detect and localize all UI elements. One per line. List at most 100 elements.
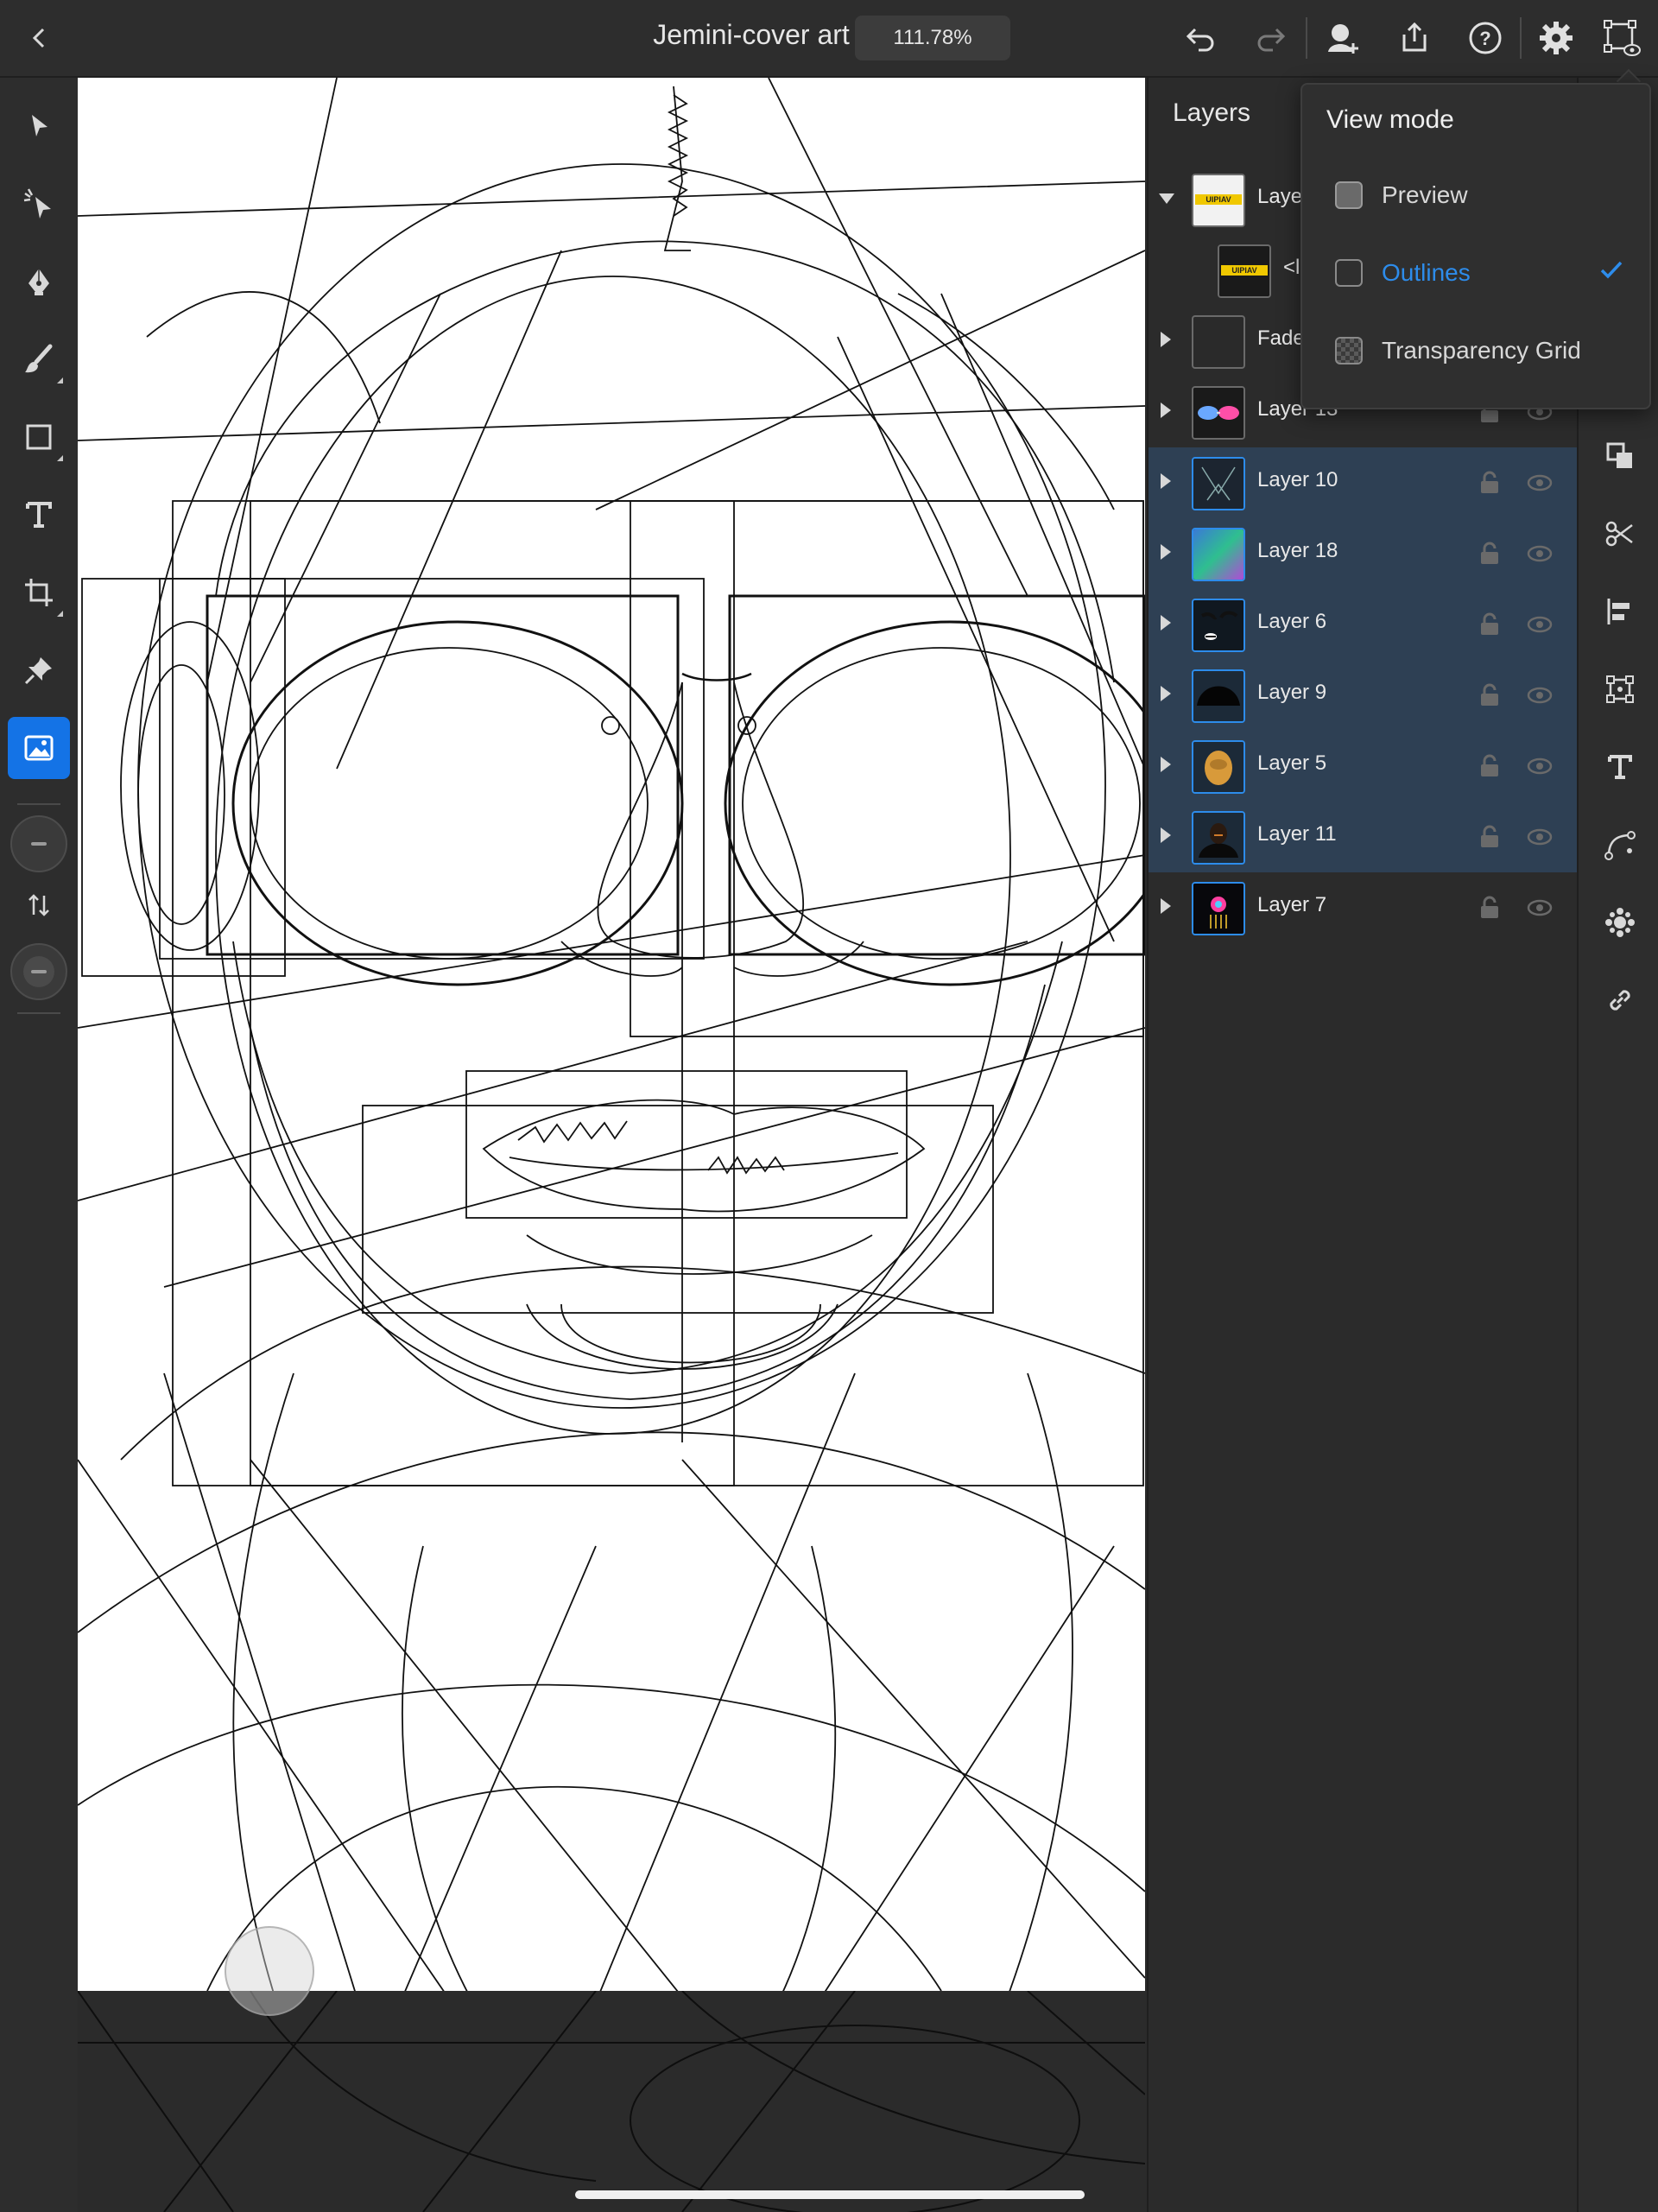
expand-icon[interactable] xyxy=(1161,332,1171,347)
direct-selection-icon[interactable] xyxy=(8,173,70,235)
layer-thumbnail xyxy=(1192,811,1245,865)
view-mode-icon[interactable] xyxy=(1596,12,1648,64)
layer-name: Laye xyxy=(1257,185,1303,208)
pen-icon[interactable] xyxy=(8,250,70,313)
layer-name: Layer 11 xyxy=(1257,822,1337,846)
align-icon[interactable] xyxy=(1596,587,1644,636)
help-icon[interactable]: ? xyxy=(1459,12,1511,64)
svg-text:UIPIAV: UIPIAV xyxy=(1231,266,1256,275)
layer-thumbnail xyxy=(1192,457,1245,510)
svg-text:UIPIAV: UIPIAV xyxy=(1206,195,1231,204)
redo-icon[interactable] xyxy=(1245,12,1297,64)
checkmark-icon xyxy=(1599,259,1623,284)
lock-icon[interactable] xyxy=(1477,753,1503,779)
artboard[interactable] xyxy=(78,78,1145,2212)
eye-icon[interactable] xyxy=(1527,895,1553,921)
type-on-path-icon[interactable] xyxy=(1596,743,1644,791)
rectangle-icon[interactable] xyxy=(8,406,70,468)
layer-name: Layer 5 xyxy=(1257,751,1327,775)
home-indicator[interactable] xyxy=(575,2190,1085,2199)
eye-icon[interactable] xyxy=(1527,753,1553,779)
gear-icon[interactable] xyxy=(1530,12,1582,64)
crop-icon[interactable] xyxy=(8,561,70,624)
lock-icon[interactable] xyxy=(1477,541,1503,567)
expand-icon[interactable] xyxy=(1161,402,1171,418)
layer-row[interactable]: Layer 5 xyxy=(1149,731,1577,802)
type-icon[interactable] xyxy=(8,484,70,546)
layer-thumbnail xyxy=(1192,386,1245,440)
lock-icon[interactable] xyxy=(1477,824,1503,850)
expand-icon[interactable] xyxy=(1161,615,1171,631)
toolbar-divider xyxy=(17,1012,60,1014)
canvas[interactable] xyxy=(78,78,1145,2212)
share-icon[interactable] xyxy=(1389,12,1440,64)
transparency-grid-icon xyxy=(1335,337,1363,364)
layer-row[interactable]: Layer 18 xyxy=(1149,518,1577,589)
toolbar-divider xyxy=(17,803,60,805)
view-mode-option-transparency-grid[interactable]: Transparency Grid xyxy=(1302,316,1649,385)
scissors-icon[interactable] xyxy=(1596,510,1644,558)
layer-name: <l xyxy=(1283,256,1300,279)
undo-icon[interactable] xyxy=(1174,12,1226,64)
zoom-level[interactable]: 111.78% xyxy=(855,16,1010,60)
curve-icon[interactable] xyxy=(1596,821,1644,869)
expand-icon[interactable] xyxy=(1161,827,1171,843)
layer-thumbnail xyxy=(1192,528,1245,581)
svg-text:?: ? xyxy=(1479,28,1490,49)
option-label: Transparency Grid xyxy=(1382,337,1581,364)
repeat-icon[interactable] xyxy=(1596,898,1644,947)
layer-name: Layer 9 xyxy=(1257,681,1327,704)
selection-arrow-icon[interactable] xyxy=(8,95,70,157)
lock-icon[interactable] xyxy=(1477,682,1503,708)
layer-name: Layer 10 xyxy=(1257,468,1338,491)
eye-icon[interactable] xyxy=(1527,470,1553,496)
view-mode-popover: View mode Preview Outlines Transparency … xyxy=(1300,83,1651,409)
layer-row[interactable]: Layer 9 xyxy=(1149,660,1577,731)
swap-icon[interactable] xyxy=(8,874,70,936)
layer-name: Layer 6 xyxy=(1257,610,1327,633)
fill-color-swatch[interactable] xyxy=(10,815,67,872)
lock-icon[interactable] xyxy=(1477,470,1503,496)
layer-row[interactable]: Layer 7 xyxy=(1149,872,1577,943)
expand-icon[interactable] xyxy=(1161,473,1171,489)
image-icon[interactable] xyxy=(8,717,70,779)
outline-artwork-overflow xyxy=(78,1990,1145,2212)
layer-row[interactable]: Layer 10 xyxy=(1149,447,1577,518)
layer-row[interactable]: Layer 11 xyxy=(1149,802,1577,872)
eye-icon[interactable] xyxy=(1527,541,1553,567)
arrange-icon[interactable] xyxy=(1596,432,1644,480)
brush-icon[interactable] xyxy=(8,328,70,390)
stroke-color-swatch[interactable] xyxy=(10,943,67,1000)
outline-artwork xyxy=(78,78,1145,2212)
invite-user-icon[interactable] xyxy=(1318,12,1370,64)
eye-icon[interactable] xyxy=(1527,682,1553,708)
document-title[interactable]: Jemini-cover art xyxy=(604,19,898,51)
view-mode-title: View mode xyxy=(1326,105,1454,134)
lasso-handle[interactable] xyxy=(225,1926,314,2016)
collapse-icon[interactable] xyxy=(1159,193,1174,204)
minus-icon xyxy=(31,970,47,973)
layer-row[interactable]: Layer 6 xyxy=(1149,589,1577,660)
outlines-icon xyxy=(1335,259,1363,287)
layer-name: Layer 18 xyxy=(1257,539,1338,562)
lock-icon[interactable] xyxy=(1477,612,1503,637)
lock-icon[interactable] xyxy=(1477,895,1503,921)
expand-icon[interactable] xyxy=(1161,544,1171,560)
eye-icon[interactable] xyxy=(1527,824,1553,850)
eye-icon[interactable] xyxy=(1527,612,1553,637)
option-label: Preview xyxy=(1382,181,1468,208)
expand-icon[interactable] xyxy=(1161,757,1171,772)
link-icon[interactable] xyxy=(1596,976,1644,1024)
layer-thumbnail xyxy=(1192,740,1245,794)
view-mode-option-outlines[interactable]: Outlines xyxy=(1302,238,1649,307)
transform-icon[interactable] xyxy=(1596,665,1644,713)
expand-icon[interactable] xyxy=(1161,898,1171,914)
pin-icon[interactable] xyxy=(8,639,70,701)
option-label: Outlines xyxy=(1382,259,1471,286)
layer-thumbnail xyxy=(1192,882,1245,935)
layer-thumbnail: UIPIAV xyxy=(1218,244,1271,298)
expand-icon[interactable] xyxy=(1161,686,1171,701)
layer-thumbnail xyxy=(1192,669,1245,723)
view-mode-option-preview[interactable]: Preview xyxy=(1302,161,1649,230)
back-icon[interactable] xyxy=(14,12,66,64)
